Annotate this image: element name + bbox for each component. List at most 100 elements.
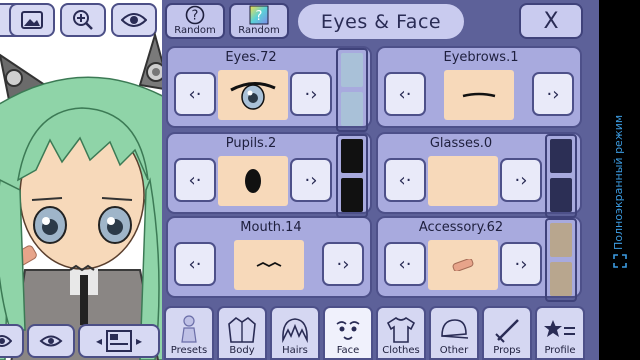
chevron-right-icon: ▸ xyxy=(136,334,143,348)
pupils-next-button[interactable]: ·› xyxy=(290,158,332,202)
glasses-next-button[interactable]: ·› xyxy=(500,158,542,202)
tab-props[interactable]: Props xyxy=(482,306,532,360)
tab-hairs[interactable]: Hairs xyxy=(270,306,320,360)
chevron-right-icon: ·› xyxy=(514,253,528,275)
eye-reset-button[interactable] xyxy=(0,324,24,358)
accessory-color-column xyxy=(545,218,577,302)
mouth-prev-button[interactable]: ‹· xyxy=(174,242,216,286)
glasses-color-1[interactable] xyxy=(550,139,572,173)
eye-icon xyxy=(121,13,147,27)
jacket-icon xyxy=(228,316,256,343)
feature-mouth: Mouth.14 ‹· ·› xyxy=(166,216,372,298)
accessory-prev-button[interactable]: ‹· xyxy=(384,242,426,286)
eyes-color-2[interactable] xyxy=(341,92,363,126)
tab-props-label: Props xyxy=(493,345,521,356)
glasses-color-2[interactable] xyxy=(550,178,572,212)
svg-text:?: ? xyxy=(256,9,263,24)
feature-eyebrows: Eyebrows.1 ‹· ·› xyxy=(376,46,582,128)
tab-face-label: Face xyxy=(336,345,360,356)
chevron-left-icon: ‹· xyxy=(398,253,412,275)
feature-eyes-label: Eyes.72 xyxy=(225,50,277,65)
chevron-left-icon: ◂ xyxy=(95,334,102,348)
tab-profile[interactable]: Profile xyxy=(535,306,585,360)
sword-icon xyxy=(495,319,519,343)
question-mark-icon: ? xyxy=(185,5,205,25)
random-color-label: Random xyxy=(238,25,280,36)
chevron-right-icon: ·› xyxy=(304,169,318,191)
cap-icon xyxy=(441,319,469,339)
chevron-left-icon: ‹· xyxy=(398,169,412,191)
eyes-color-1[interactable] xyxy=(341,53,363,87)
tab-other-label: Other xyxy=(439,345,469,356)
eye-reset-icon xyxy=(0,335,12,347)
image-icon xyxy=(21,11,43,29)
chevron-right-icon: ·› xyxy=(514,169,528,191)
mouth-shape-icon xyxy=(256,261,282,268)
random-all-button[interactable]: ? Random xyxy=(165,3,225,39)
tab-body-label: Body xyxy=(229,345,255,356)
accessory-preview xyxy=(428,240,498,290)
eyebrows-next-button[interactable]: ·› xyxy=(532,72,574,116)
eyebrows-preview xyxy=(444,70,514,120)
layout-switch-button[interactable]: ◂ ▸ xyxy=(78,324,160,358)
random-color-button[interactable]: ? Random xyxy=(229,3,289,39)
page-title: Eyes & Face xyxy=(298,4,464,39)
tab-presets[interactable]: Presets xyxy=(164,306,214,360)
svg-text:?: ? xyxy=(192,9,199,24)
hair-icon xyxy=(282,318,308,344)
tab-clothes-label: Clothes xyxy=(382,345,420,356)
zoom-in-icon xyxy=(73,10,93,30)
layout-icon xyxy=(106,330,132,352)
chevron-right-icon: ·› xyxy=(546,83,560,105)
eyes-preview xyxy=(218,70,288,120)
shirt-icon xyxy=(386,317,416,343)
glasses-color-column xyxy=(545,134,577,218)
character-image xyxy=(0,31,162,360)
pupils-preview xyxy=(218,156,288,206)
pupils-color-1[interactable] xyxy=(341,139,363,173)
bandage-icon xyxy=(452,259,474,271)
eyes-prev-button[interactable]: ‹· xyxy=(174,72,216,116)
eyes-next-button[interactable]: ·› xyxy=(290,72,332,116)
accessory-color-2[interactable] xyxy=(550,262,572,296)
eyebrows-prev-button[interactable]: ‹· xyxy=(384,72,426,116)
tab-body[interactable]: Body xyxy=(217,306,267,360)
pupils-color-column xyxy=(336,134,368,218)
presets-figure-icon xyxy=(181,315,197,343)
tab-presets-label: Presets xyxy=(170,345,208,356)
character-preview: ◂ ▸ xyxy=(0,0,162,360)
chevron-left-icon: ‹· xyxy=(188,83,202,105)
feature-accessory-label: Accessory.62 xyxy=(418,220,504,235)
eyebrow-shape-icon xyxy=(462,92,496,98)
pupils-prev-button[interactable]: ‹· xyxy=(174,158,216,202)
star-list-icon xyxy=(544,320,575,337)
accessory-color-1[interactable] xyxy=(550,223,572,257)
chevron-left-icon: ‹· xyxy=(188,169,202,191)
editor-panel: ? Random ? Random Eyes & Face X Eyes.72 … xyxy=(162,0,599,360)
mouth-next-button[interactable]: ·› xyxy=(322,242,364,286)
tab-other[interactable]: Other xyxy=(429,306,479,360)
eye-shape-icon xyxy=(230,82,276,110)
random-color-icon: ? xyxy=(249,5,269,25)
feature-mouth-label: Mouth.14 xyxy=(240,220,302,235)
fullscreen-icon[interactable] xyxy=(613,254,627,268)
pupils-color-2[interactable] xyxy=(341,178,363,212)
feature-pupils-label: Pupils.2 xyxy=(225,136,277,151)
eyes-color-column xyxy=(336,48,368,132)
accessory-next-button[interactable]: ·› xyxy=(500,242,542,286)
tab-profile-label: Profile xyxy=(544,345,576,356)
feature-eyebrows-label: Eyebrows.1 xyxy=(443,50,519,65)
tab-face[interactable]: Face xyxy=(323,306,373,360)
eye-refresh-icon xyxy=(39,335,63,347)
tab-clothes[interactable]: Clothes xyxy=(376,306,426,360)
chevron-left-icon: ‹· xyxy=(398,83,412,105)
close-button[interactable]: X xyxy=(519,3,583,39)
tab-hairs-label: Hairs xyxy=(282,345,308,356)
glasses-prev-button[interactable]: ‹· xyxy=(384,158,426,202)
view-toggle-button[interactable] xyxy=(27,324,75,358)
mouth-preview xyxy=(234,240,304,290)
glasses-preview xyxy=(428,156,498,206)
random-all-label: Random xyxy=(174,25,216,36)
face-icon xyxy=(336,321,360,340)
fullscreen-mode-label[interactable]: Полноэкранный режим xyxy=(612,90,628,250)
